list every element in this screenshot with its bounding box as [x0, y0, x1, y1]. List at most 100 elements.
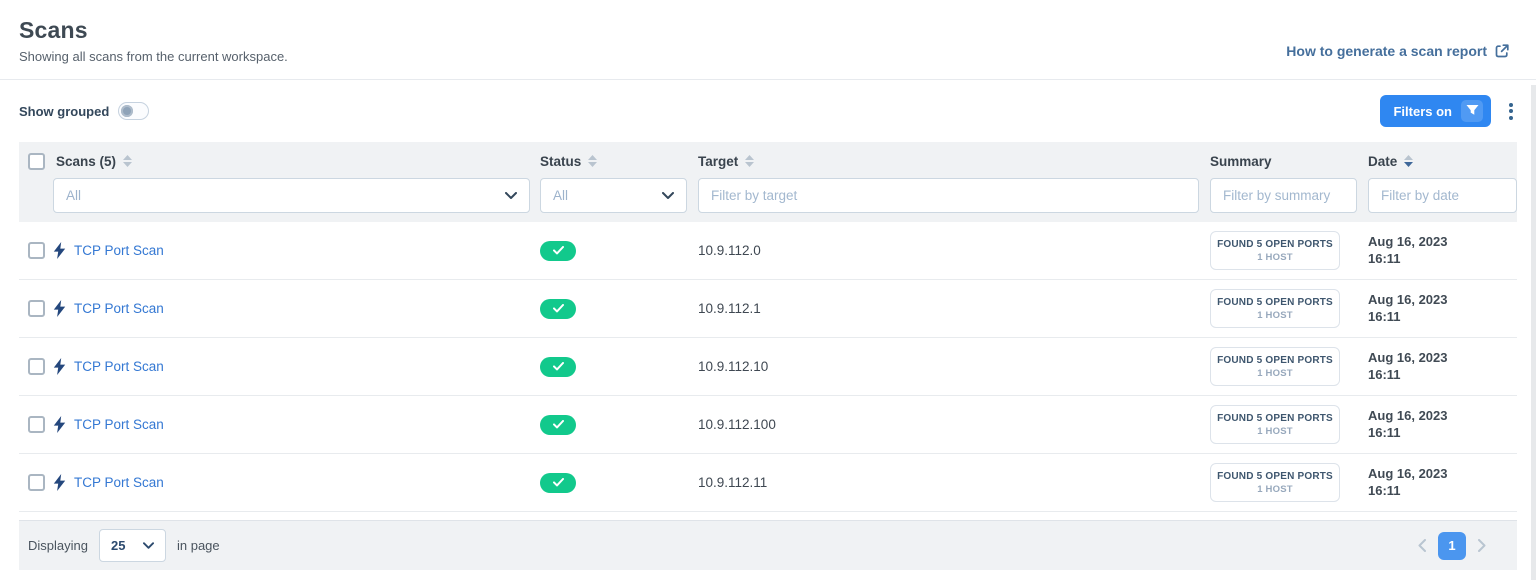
scan-name-link[interactable]: TCP Port Scan [74, 301, 164, 316]
date-text: Aug 16, 2023 16:11 [1368, 466, 1448, 500]
page-size-control: Displaying 25 in page [28, 529, 220, 562]
row-checkbox[interactable] [28, 242, 45, 259]
pagination: 1 [1418, 532, 1508, 560]
check-icon [553, 246, 564, 255]
date-line: Aug 16, 2023 [1368, 466, 1448, 483]
status-badge-finished [540, 473, 576, 493]
toolbar: Show grouped Filters on [0, 80, 1536, 142]
date-text: Aug 16, 2023 16:11 [1368, 408, 1448, 442]
in-page-label: in page [177, 538, 220, 553]
select-all-checkbox[interactable] [28, 153, 45, 170]
displaying-label: Displaying [28, 538, 88, 553]
check-icon [553, 478, 564, 487]
column-header-scans[interactable]: Scans (5) [56, 154, 132, 169]
summary-secondary: 1 HOST [1257, 368, 1293, 379]
table-row: TCP Port Scan 10.9.112.0 FOUND 5 OPEN PO… [19, 222, 1517, 280]
table-row: TCP Port Scan 10.9.112.100 FOUND 5 OPEN … [19, 396, 1517, 454]
filter-row: All All [19, 178, 1517, 213]
summary-primary: FOUND 5 OPEN PORTS [1217, 413, 1333, 424]
summary-primary: FOUND 5 OPEN PORTS [1217, 239, 1333, 250]
sort-arrows-icon[interactable] [123, 155, 132, 167]
date-line: Aug 16, 2023 [1368, 292, 1448, 309]
table-body: TCP Port Scan 10.9.112.0 FOUND 5 OPEN PO… [19, 222, 1517, 512]
date-filter-input[interactable] [1368, 178, 1517, 213]
table-row: TCP Port Scan 10.9.112.11 FOUND 5 OPEN P… [19, 454, 1517, 512]
check-icon [553, 362, 564, 371]
lightning-bolt-icon [53, 358, 66, 375]
summary-filter-input[interactable] [1210, 178, 1357, 213]
show-grouped-toggle[interactable] [118, 102, 149, 120]
page-header: Scans Showing all scans from the current… [0, 0, 1536, 80]
chevron-down-icon [662, 192, 674, 199]
summary-primary: FOUND 5 OPEN PORTS [1217, 471, 1333, 482]
help-link[interactable]: How to generate a scan report [1286, 43, 1510, 59]
column-header-summary: Summary [1210, 154, 1272, 169]
column-header-target[interactable]: Target [698, 154, 754, 169]
target-text: 10.9.112.100 [698, 417, 776, 432]
scan-name-link[interactable]: TCP Port Scan [74, 417, 164, 432]
kebab-menu-icon[interactable] [1505, 99, 1517, 124]
date-line: Aug 16, 2023 [1368, 234, 1448, 251]
check-icon [553, 304, 564, 313]
lightning-bolt-icon [53, 416, 66, 433]
help-link-label: How to generate a scan report [1286, 43, 1487, 59]
status-badge-finished [540, 241, 576, 261]
check-icon [553, 420, 564, 429]
summary-badge[interactable]: FOUND 5 OPEN PORTS 1 HOST [1210, 231, 1340, 270]
date-text: Aug 16, 2023 16:11 [1368, 350, 1448, 384]
table-row: TCP Port Scan 10.9.112.1 FOUND 5 OPEN PO… [19, 280, 1517, 338]
scans-table: Scans (5) Status Tar [19, 142, 1517, 512]
status-badge-finished [540, 357, 576, 377]
summary-secondary: 1 HOST [1257, 484, 1293, 495]
toggle-knob [121, 105, 133, 117]
row-checkbox[interactable] [28, 474, 45, 491]
chevron-down-icon [505, 192, 517, 199]
time-line: 16:11 [1368, 251, 1448, 268]
row-checkbox[interactable] [28, 416, 45, 433]
summary-badge[interactable]: FOUND 5 OPEN PORTS 1 HOST [1210, 347, 1340, 386]
filters-button-label: Filters on [1393, 104, 1452, 119]
summary-badge[interactable]: FOUND 5 OPEN PORTS 1 HOST [1210, 405, 1340, 444]
page-size-select[interactable]: 25 [99, 529, 166, 562]
summary-secondary: 1 HOST [1257, 310, 1293, 321]
lightning-bolt-icon [53, 242, 66, 259]
time-line: 16:11 [1368, 483, 1448, 500]
summary-badge[interactable]: FOUND 5 OPEN PORTS 1 HOST [1210, 463, 1340, 502]
status-badge-finished [540, 415, 576, 435]
pagination-page-button[interactable]: 1 [1438, 532, 1466, 560]
date-line: Aug 16, 2023 [1368, 408, 1448, 425]
status-filter-select[interactable]: All [540, 178, 687, 213]
column-header-status[interactable]: Status [540, 154, 597, 169]
row-checkbox[interactable] [28, 300, 45, 317]
chevron-right-icon[interactable] [1478, 539, 1486, 552]
date-text: Aug 16, 2023 16:11 [1368, 292, 1448, 326]
chevron-left-icon[interactable] [1418, 539, 1426, 552]
summary-badge[interactable]: FOUND 5 OPEN PORTS 1 HOST [1210, 289, 1340, 328]
chevron-down-icon [143, 542, 154, 549]
time-line: 16:11 [1368, 367, 1448, 384]
show-grouped-label: Show grouped [19, 104, 109, 119]
summary-secondary: 1 HOST [1257, 252, 1293, 263]
status-badge-finished [540, 299, 576, 319]
funnel-icon [1461, 100, 1483, 122]
sort-arrows-icon-active[interactable] [1404, 155, 1413, 167]
target-text: 10.9.112.10 [698, 359, 768, 374]
row-checkbox[interactable] [28, 358, 45, 375]
date-line: Aug 16, 2023 [1368, 350, 1448, 367]
toolbar-right: Filters on [1380, 95, 1517, 127]
summary-primary: FOUND 5 OPEN PORTS [1217, 355, 1333, 366]
table-footer: Displaying 25 in page 1 [19, 520, 1517, 570]
time-line: 16:11 [1368, 425, 1448, 442]
column-header-date[interactable]: Date [1368, 154, 1413, 169]
target-filter-input[interactable] [698, 178, 1199, 213]
scans-filter-select[interactable]: All [53, 178, 530, 213]
scan-name-link[interactable]: TCP Port Scan [74, 475, 164, 490]
target-text: 10.9.112.11 [698, 475, 767, 490]
sort-arrows-icon[interactable] [745, 155, 754, 167]
sort-arrows-icon[interactable] [588, 155, 597, 167]
filters-button[interactable]: Filters on [1380, 95, 1491, 127]
time-line: 16:11 [1368, 309, 1448, 326]
scan-name-link[interactable]: TCP Port Scan [74, 359, 164, 374]
scrollbar[interactable] [1531, 85, 1536, 580]
scan-name-link[interactable]: TCP Port Scan [74, 243, 164, 258]
